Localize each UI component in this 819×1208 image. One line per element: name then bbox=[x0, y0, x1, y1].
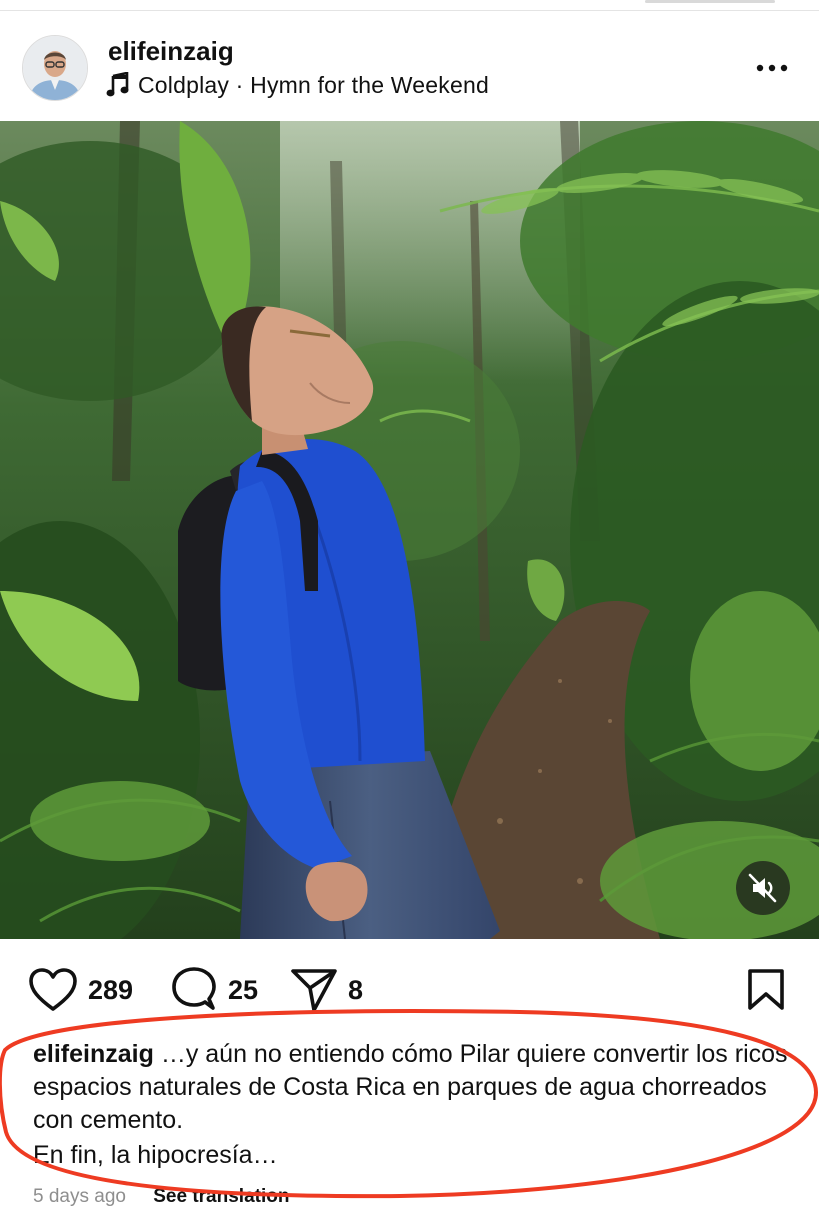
send-arrow-icon bbox=[291, 969, 337, 1012]
like-button[interactable]: 289 bbox=[28, 960, 133, 1020]
caption-username[interactable]: elifeinzaig bbox=[33, 1040, 154, 1068]
comment-count[interactable]: 25 bbox=[228, 975, 258, 1006]
like-count[interactable]: 289 bbox=[88, 975, 133, 1006]
share-button[interactable]: 8 bbox=[290, 960, 363, 1020]
see-translation-link[interactable]: See translation bbox=[153, 1186, 289, 1207]
mute-button[interactable] bbox=[736, 861, 790, 915]
post-photo[interactable] bbox=[0, 121, 819, 939]
bookmark-icon[interactable] bbox=[744, 968, 788, 1012]
music-note-icon bbox=[106, 72, 129, 97]
top-edge-stub bbox=[645, 0, 775, 3]
username[interactable]: elifeinzaig bbox=[108, 36, 234, 67]
comment-button[interactable]: 25 bbox=[170, 960, 258, 1020]
top-divider bbox=[0, 10, 819, 11]
heart-icon bbox=[29, 968, 77, 1011]
caption-text-line2: En fin, la hipocresía… bbox=[33, 1141, 278, 1169]
share-count[interactable]: 8 bbox=[348, 975, 363, 1006]
post-meta: 5 days ago See translation bbox=[33, 1186, 289, 1208]
comment-bubble-icon bbox=[172, 967, 216, 1010]
speaker-muted-icon bbox=[748, 873, 777, 903]
post-time: 5 days ago bbox=[33, 1186, 126, 1207]
more-options-icon[interactable] bbox=[752, 62, 792, 74]
music-attribution[interactable]: Coldplay · Hymn for the Weekend bbox=[106, 71, 489, 99]
music-track: Coldplay · Hymn for the Weekend bbox=[138, 71, 489, 98]
post-header: elifeinzaig Coldplay · Hymn for the Week… bbox=[0, 22, 819, 120]
post-caption: elifeinzaig …y aún no entiendo cómo Pila… bbox=[33, 1038, 793, 1172]
action-bar: 289 25 8 bbox=[0, 960, 819, 1020]
avatar[interactable] bbox=[22, 35, 88, 101]
